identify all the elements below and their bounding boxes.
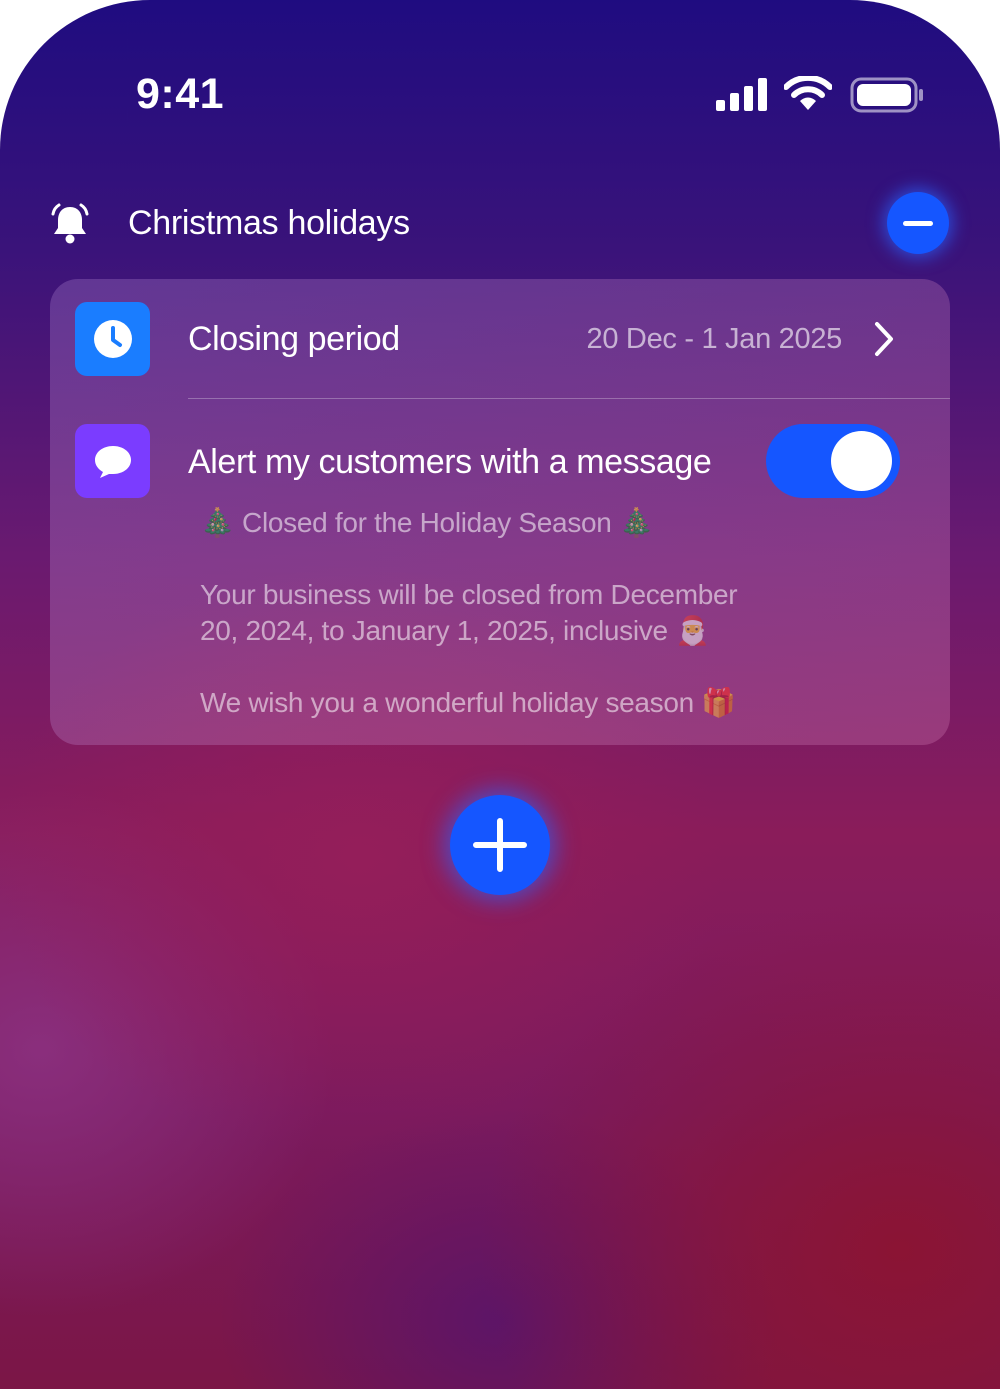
wifi-icon [784, 76, 832, 110]
clock-tile [75, 302, 150, 376]
closing-period-label: Closing period [188, 320, 400, 358]
alert-message[interactable]: 🎄 Closed for the Holiday Season 🎄 Your b… [200, 505, 840, 721]
section-title: Christmas holidays [128, 204, 410, 242]
closing-period-value: 20 Dec - 1 Jan 2025 [586, 323, 843, 355]
chat-bubble-icon [95, 446, 131, 478]
message-line-3: We wish you a wonderful holiday season 🎁 [200, 687, 736, 718]
message-line-2: 20, 2024, to January 1, 2025, inclusive … [200, 615, 710, 646]
plus-icon [473, 818, 527, 872]
chat-tile [75, 424, 150, 498]
alert-customers-toggle[interactable] [766, 424, 900, 498]
alert-customers-label: Alert my customers with a message [188, 443, 712, 481]
closing-period-row[interactable]: Closing period 20 Dec - 1 Jan 2025 [50, 279, 950, 399]
remove-section-button[interactable] [887, 192, 949, 254]
battery-icon [850, 77, 923, 113]
phone-screen: 9:41 Christmas holidays Closing period 2… [0, 0, 1000, 1389]
toggle-knob [831, 431, 892, 491]
cellular-signal-icon [716, 78, 767, 111]
section-header: Christmas holidays [0, 190, 1000, 260]
add-button[interactable] [450, 795, 550, 895]
bell-icon [51, 203, 89, 244]
holiday-settings-card: Closing period 20 Dec - 1 Jan 2025 Alert… [50, 279, 950, 745]
clock-icon [94, 320, 132, 358]
chevron-right-icon [875, 322, 893, 356]
row-divider [188, 398, 950, 399]
message-heading: 🎄 Closed for the Holiday Season 🎄 [200, 507, 654, 538]
status-time: 9:41 [136, 70, 225, 118]
message-line-1: Your business will be closed from Decemb… [200, 579, 738, 610]
status-bar: 9:41 [0, 0, 1000, 190]
